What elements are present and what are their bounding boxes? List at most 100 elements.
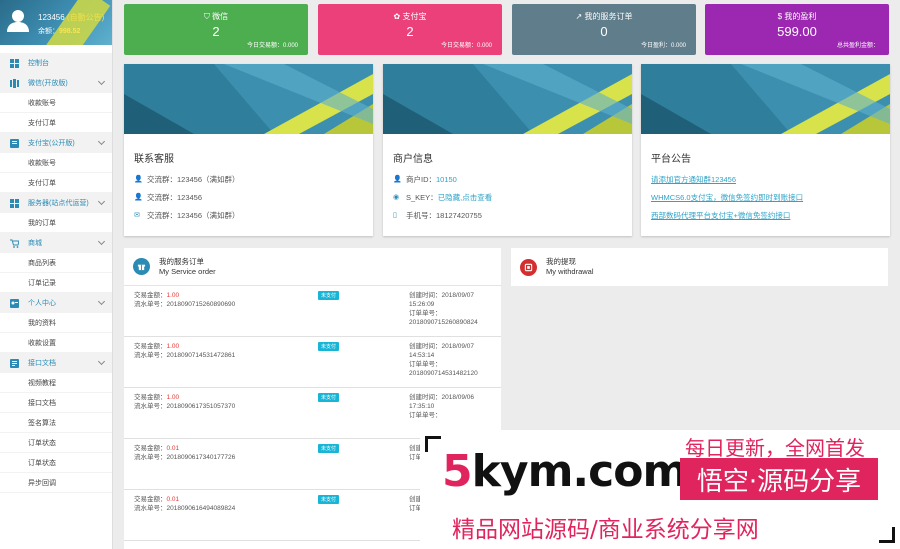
sidebar-group-server[interactable]: 服务器(站点代运营): [0, 193, 112, 213]
chevron-down-icon: [97, 77, 106, 86]
merchant-key: ◉ S_KEY： 已隐藏,点击查看: [393, 192, 493, 203]
chevron-down-icon: [97, 357, 106, 366]
card-title: 联系客服: [134, 154, 174, 165]
profile-name: 123456 (自動公告): [38, 13, 105, 22]
card-support: 联系客服 👤 交流群：123456（满如群） 👤 交流群：123456 ✉ 交流群：1…: [124, 64, 373, 236]
sidebar-item-sign-algorithm[interactable]: 签名算法: [0, 413, 112, 433]
profile-card-icon: [10, 298, 19, 308]
sidebar: 123456 (自動公告) 余额：998.52 控制台 微信(开放版) 收款账号…: [0, 0, 113, 549]
panel-header: 我的服务订单 My Service order: [124, 248, 501, 286]
support-line: 👤 交流群：123456: [134, 192, 203, 202]
panel-subtitle: My withdrawal: [546, 267, 594, 276]
show-key-link[interactable]: 已隐藏,点击查看: [438, 192, 493, 203]
sidebar-item-order-status-2[interactable]: 订单状态: [0, 453, 112, 473]
user-icon: 👤: [134, 176, 143, 183]
status-badge: 未支付: [318, 444, 340, 453]
sidebar-item-my-profile[interactable]: 我的资料: [0, 313, 112, 333]
sidebar-item-products[interactable]: 商品列表: [0, 253, 112, 273]
trend-icon: ↗: [575, 12, 583, 21]
stat-value: 2: [212, 24, 220, 39]
eye-icon: ◉: [393, 194, 400, 201]
user-icon: 👤: [393, 176, 402, 183]
chevron-down-icon: [97, 297, 106, 306]
stat-alipay[interactable]: ✿ 支付宝 2 今日交易额：0.000: [318, 4, 502, 55]
panel-header: 我的提现 My withdrawal: [511, 248, 888, 286]
notice-link[interactable]: 西部数码代理平台支付宝+微信免签约接口: [651, 210, 790, 221]
stat-subtext: 今日盈利：0.000: [640, 43, 686, 49]
avatar[interactable]: [4, 6, 32, 34]
profile-balance: 余额：998.52: [38, 28, 81, 35]
sidebar-group-wechat[interactable]: 微信(开放版): [0, 73, 112, 93]
stat-value: 0: [600, 24, 608, 39]
watermark-slogan-bottom: 精品网站源码/商业系统分享网: [452, 517, 759, 543]
user-icon: 👤: [134, 194, 143, 201]
sidebar-group-personal[interactable]: 个人中心: [0, 293, 112, 313]
sidebar-item-video-tutorial[interactable]: 视频教程: [0, 373, 112, 393]
user-icon: [7, 10, 29, 32]
sidebar-item-order-records[interactable]: 订单记录: [0, 273, 112, 293]
status-badge: 未支付: [318, 291, 340, 300]
gift-icon: [133, 258, 150, 275]
columns-icon: [10, 78, 19, 88]
stat-value: 599.00: [777, 24, 817, 39]
panel-subtitle: My Service order: [159, 266, 216, 276]
watermark-overlay: 每日更新，全网首发 5kym.com 悟空·源码分享 精品网站源码/商业系统分享…: [420, 430, 900, 549]
sidebar-item-wechat-orders[interactable]: 支付订单: [0, 113, 112, 133]
status-badge: 未支付: [318, 495, 340, 504]
sidebar-item-my-orders[interactable]: 我的订单: [0, 213, 112, 233]
card-banner: [124, 64, 373, 134]
dashboard-icon: [10, 58, 19, 68]
sidebar-item-wechat-accounts[interactable]: 收款账号: [0, 93, 112, 113]
sidebar-item-api-doc[interactable]: 接口文档: [0, 393, 112, 413]
stat-service-orders[interactable]: ↗ 我的服务订单 0 今日盈利：0.000: [512, 4, 696, 55]
withdrawal-panel: 我的提现 My withdrawal: [511, 248, 888, 286]
stat-my-profit[interactable]: $ 我的盈利 599.00 总共盈利金额：: [705, 4, 889, 55]
withdraw-icon: [520, 258, 537, 276]
merchant-phone: ▯ 手机号： 18127420755: [393, 210, 482, 220]
book-icon: [10, 358, 19, 368]
watermark-logo: 5kym.com: [442, 446, 688, 497]
order-row[interactable]: 交易金额：1.00 流水单号：2018090715260890690 未支付 创…: [124, 286, 501, 337]
order-row[interactable]: 交易金额：1.00 流水单号：2018090714531472861 未支付 创…: [124, 337, 501, 388]
merchant-id: 👤 商户ID： 10150: [393, 174, 457, 184]
stat-subtext: 今日交易额：0.000: [246, 43, 298, 49]
watermark-pill: 悟空·源码分享: [680, 458, 878, 500]
sidebar-item-dashboard[interactable]: 控制台: [0, 53, 112, 73]
sidebar-item-alipay-orders[interactable]: 支付订单: [0, 173, 112, 193]
watermark-corner: [425, 436, 441, 452]
card-merchant: 商户信息 👤 商户ID： 10150 ◉ S_KEY： 已隐藏,点击查看 ▯ 手机号： 18…: [383, 64, 632, 236]
sidebar-item-async-callback[interactable]: 异步回调: [0, 473, 112, 493]
panel-title: 我的提现: [546, 257, 576, 266]
sidebar-group-alipay[interactable]: 支付宝(公开版): [0, 133, 112, 153]
support-line: ✉ 交流群：123456（满如群）: [134, 210, 240, 220]
alipay-icon: ✿: [393, 12, 401, 21]
chevron-down-icon: [97, 137, 106, 146]
user-profile: 123456 (自動公告) 余额：998.52: [0, 0, 112, 45]
card-title: 平台公告: [651, 154, 691, 165]
status-badge: 未支付: [318, 342, 340, 351]
sidebar-item-payout-settings[interactable]: 收款设置: [0, 333, 112, 353]
stat-wechat[interactable]: ⛉ 微信 2 今日交易额：0.000: [124, 4, 308, 55]
sidebar-group-api-docs[interactable]: 接口文档: [0, 353, 112, 373]
cart-icon: [10, 239, 20, 248]
shield-icon: ⛉: [203, 12, 210, 21]
dollar-icon: $: [777, 12, 783, 21]
notice-link[interactable]: WHMCS6.0支付宝，微信免签约即时到账接口: [651, 192, 803, 203]
stat-subtext: 今日交易额：0.000: [440, 43, 492, 49]
panel-title: 我的服务订单: [159, 256, 204, 266]
card-banner: [383, 64, 632, 134]
status-badge: 未支付: [318, 393, 340, 402]
notice-link[interactable]: 请添加官方通知群123456: [651, 174, 736, 185]
sidebar-item-alipay-accounts[interactable]: 收款账号: [0, 153, 112, 173]
phone-icon: ▯: [393, 212, 397, 219]
chevron-down-icon: [97, 197, 106, 206]
sidebar-group-shop[interactable]: 商城: [0, 233, 112, 253]
chevron-down-icon: [97, 237, 106, 246]
mail-icon: ✉: [134, 212, 140, 219]
card-icon: [10, 138, 19, 148]
sidebar-menu: 控制台 微信(开放版) 收款账号 支付订单 支付宝(公开版) 收款账号 支付订单…: [0, 53, 112, 493]
watermark-corner: [879, 527, 895, 543]
card-title: 商户信息: [393, 154, 433, 165]
card-banner: [641, 64, 890, 134]
sidebar-item-order-status[interactable]: 订单状态: [0, 433, 112, 453]
